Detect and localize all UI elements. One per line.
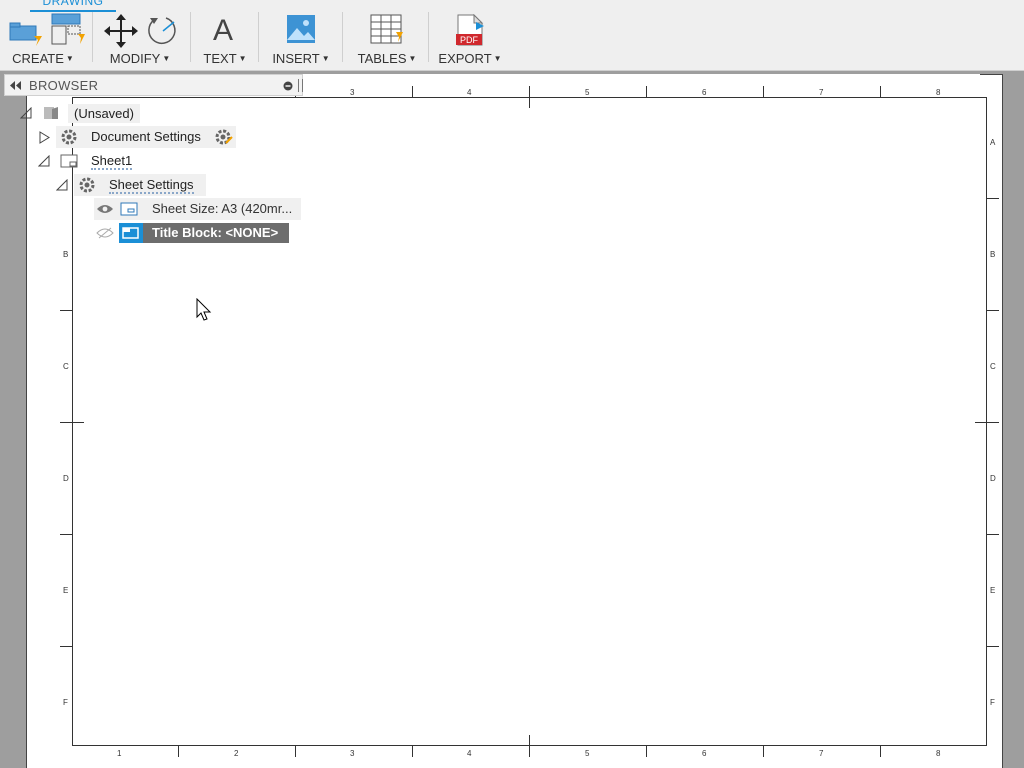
column-label: 1 bbox=[117, 749, 122, 758]
column-label: 7 bbox=[819, 749, 824, 758]
row-label: C bbox=[990, 362, 996, 371]
expand-triangle-icon[interactable] bbox=[56, 179, 68, 191]
browser-title: BROWSER bbox=[29, 78, 99, 93]
create-base-view-icon bbox=[51, 13, 85, 45]
mouse-cursor-icon bbox=[196, 298, 212, 321]
drawing-document-icon bbox=[44, 107, 58, 119]
row-label: F bbox=[990, 698, 995, 707]
eye-icon[interactable] bbox=[96, 203, 114, 215]
insert-image-icon bbox=[287, 15, 315, 43]
collapsed-triangle-icon[interactable] bbox=[38, 131, 50, 144]
browser-panel-header: BROWSER bbox=[4, 74, 303, 96]
expand-triangle-icon[interactable] bbox=[20, 107, 32, 119]
text-menu[interactable]: A TEXT ▼ bbox=[198, 0, 252, 70]
browser-node-sheet1[interactable]: Sheet1 bbox=[91, 153, 133, 170]
row-label: B bbox=[63, 250, 69, 259]
modify-label: MODIFY ▼ bbox=[109, 51, 171, 66]
title-block-label: Title Block: <NONE> bbox=[152, 225, 279, 240]
row-label: D bbox=[990, 474, 996, 483]
sheet-icon bbox=[60, 154, 78, 168]
column-label: 6 bbox=[702, 749, 707, 758]
row-label: A bbox=[990, 138, 996, 147]
toolbar: DRAWING CREATE ▼ MODIFY ▼ A TEXT ▼ INSER… bbox=[0, 0, 1024, 71]
create-view-icon bbox=[9, 22, 42, 46]
rotate-icon bbox=[148, 17, 176, 45]
title-block-icon bbox=[119, 223, 143, 243]
export-label: EXPORT ▼ bbox=[438, 51, 502, 66]
row-label: C bbox=[63, 362, 69, 371]
sheet-border bbox=[72, 97, 987, 746]
table-icon bbox=[370, 14, 403, 44]
column-label: 4 bbox=[467, 88, 472, 97]
tables-label: TABLES ▼ bbox=[357, 51, 417, 66]
tables-menu[interactable]: TABLES ▼ bbox=[352, 0, 422, 70]
minimize-icon[interactable] bbox=[283, 81, 293, 91]
insert-menu[interactable]: INSERT ▼ bbox=[268, 0, 334, 70]
text-label: TEXT ▼ bbox=[203, 51, 247, 66]
gear-icon bbox=[61, 129, 77, 145]
column-label: 8 bbox=[936, 88, 941, 97]
expand-triangle-icon[interactable] bbox=[38, 155, 50, 167]
browser-node-document-settings[interactable]: Document Settings bbox=[91, 129, 201, 144]
column-label: 2 bbox=[234, 749, 239, 758]
row-label: B bbox=[990, 250, 996, 259]
move-icon bbox=[104, 14, 138, 48]
column-label: 6 bbox=[702, 88, 707, 97]
row-label: F bbox=[63, 698, 68, 707]
browser-node-title-block[interactable]: Title Block: <NONE> bbox=[119, 223, 289, 243]
modify-menu[interactable]: MODIFY ▼ bbox=[100, 0, 180, 70]
export-pdf-icon: PDF bbox=[456, 14, 484, 46]
browser-node-root[interactable]: (Unsaved) bbox=[68, 104, 140, 123]
column-label: 3 bbox=[350, 88, 355, 97]
create-label: CREATE ▼ bbox=[12, 51, 74, 66]
insert-label: INSERT ▼ bbox=[272, 51, 330, 66]
column-label: 7 bbox=[819, 88, 824, 97]
browser-node-sheet-size[interactable]: Sheet Size: A3 (420mr... bbox=[152, 201, 292, 216]
pdf-badge: PDF bbox=[460, 35, 479, 45]
panel-grip-icon[interactable] bbox=[298, 79, 303, 92]
create-menu[interactable]: CREATE ▼ bbox=[4, 0, 85, 70]
column-label: 8 bbox=[936, 749, 941, 758]
sheet-size-icon bbox=[120, 202, 138, 216]
column-label: 5 bbox=[585, 749, 590, 758]
row-label: E bbox=[990, 586, 996, 595]
column-label: 4 bbox=[467, 749, 472, 758]
eye-hidden-icon[interactable] bbox=[96, 227, 114, 239]
gear-icon bbox=[79, 177, 95, 193]
column-label: 5 bbox=[585, 88, 590, 97]
settings-edit-icon[interactable] bbox=[214, 128, 234, 146]
row-label: D bbox=[63, 474, 69, 483]
export-menu[interactable]: PDF EXPORT ▼ bbox=[436, 0, 504, 70]
row-label: E bbox=[63, 586, 69, 595]
collapse-panel-icon[interactable] bbox=[10, 81, 22, 90]
column-label: 3 bbox=[350, 749, 355, 758]
browser-node-sheet-settings[interactable]: Sheet Settings bbox=[109, 177, 194, 194]
text-icon: A bbox=[213, 14, 234, 47]
